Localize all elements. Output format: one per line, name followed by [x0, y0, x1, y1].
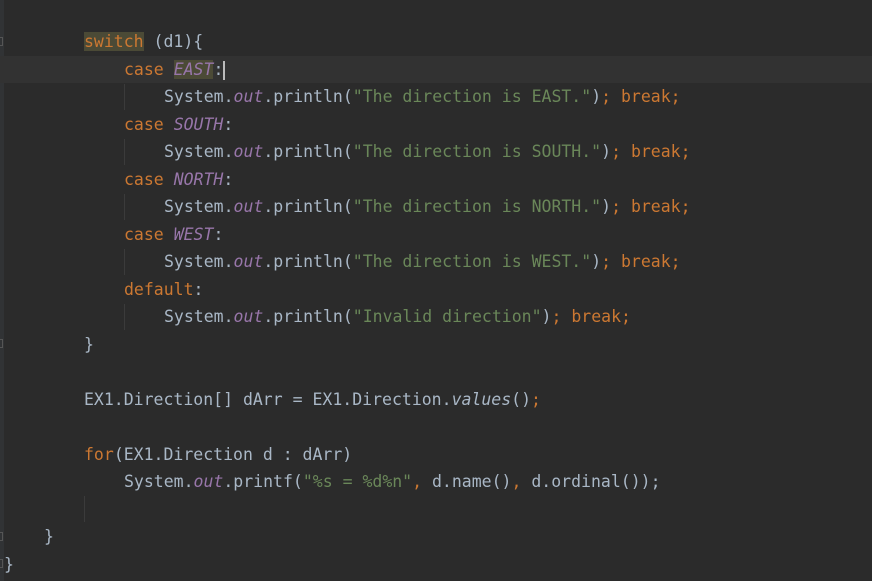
code-line-method-close[interactable]: }: [44, 523, 54, 550]
indent-guide: [124, 84, 125, 110]
code-editor[interactable]: switch (d1){ case EAST: System.out.print…: [0, 0, 872, 581]
indent-guide: [124, 194, 125, 220]
code-line-for[interactable]: for(EX1.Direction d : dArr): [84, 441, 352, 468]
code-line-printf[interactable]: System.out.printf("%s = %d%n", d.name(),…: [124, 468, 661, 495]
code-line-println-north[interactable]: System.out.println("The direction is NOR…: [164, 193, 691, 220]
code-line-println-invalid[interactable]: System.out.println("Invalid direction");…: [164, 303, 631, 330]
indent-guide: [124, 139, 125, 165]
keyword-switch: switch: [84, 32, 144, 51]
indent-guide: [84, 496, 85, 522]
code-line-default[interactable]: default:: [124, 276, 203, 303]
code-line-case-north[interactable]: case NORTH:: [124, 166, 233, 193]
fold-marker-icon[interactable]: [0, 559, 3, 568]
indent-guide: [124, 304, 125, 330]
indent-guide: [124, 249, 125, 275]
code-line-case-west[interactable]: case WEST:: [124, 221, 223, 248]
fold-marker-icon[interactable]: [0, 532, 3, 541]
code-line-println-east[interactable]: System.out.println("The direction is EAS…: [164, 83, 681, 110]
code-line-class-close[interactable]: }: [4, 551, 14, 578]
code-line-switch-close[interactable]: }: [84, 331, 94, 358]
code-line-switch[interactable]: switch (d1){: [84, 28, 203, 55]
code-line-println-south[interactable]: System.out.println("The direction is SOU…: [164, 138, 691, 165]
code-line-case-south[interactable]: case SOUTH:: [124, 111, 233, 138]
enum-constant-east: EAST: [173, 60, 214, 79]
code-line-array-decl[interactable]: EX1.Direction[] dArr = EX1.Direction.val…: [84, 386, 541, 413]
fold-marker-icon[interactable]: [0, 339, 3, 348]
code-line-println-west[interactable]: System.out.println("The direction is WES…: [164, 248, 681, 275]
fold-marker-icon[interactable]: [0, 37, 3, 46]
text-cursor: [223, 61, 226, 80]
editor-gutter: [0, 0, 4, 581]
code-line-case-east[interactable]: case EAST:: [124, 56, 226, 83]
